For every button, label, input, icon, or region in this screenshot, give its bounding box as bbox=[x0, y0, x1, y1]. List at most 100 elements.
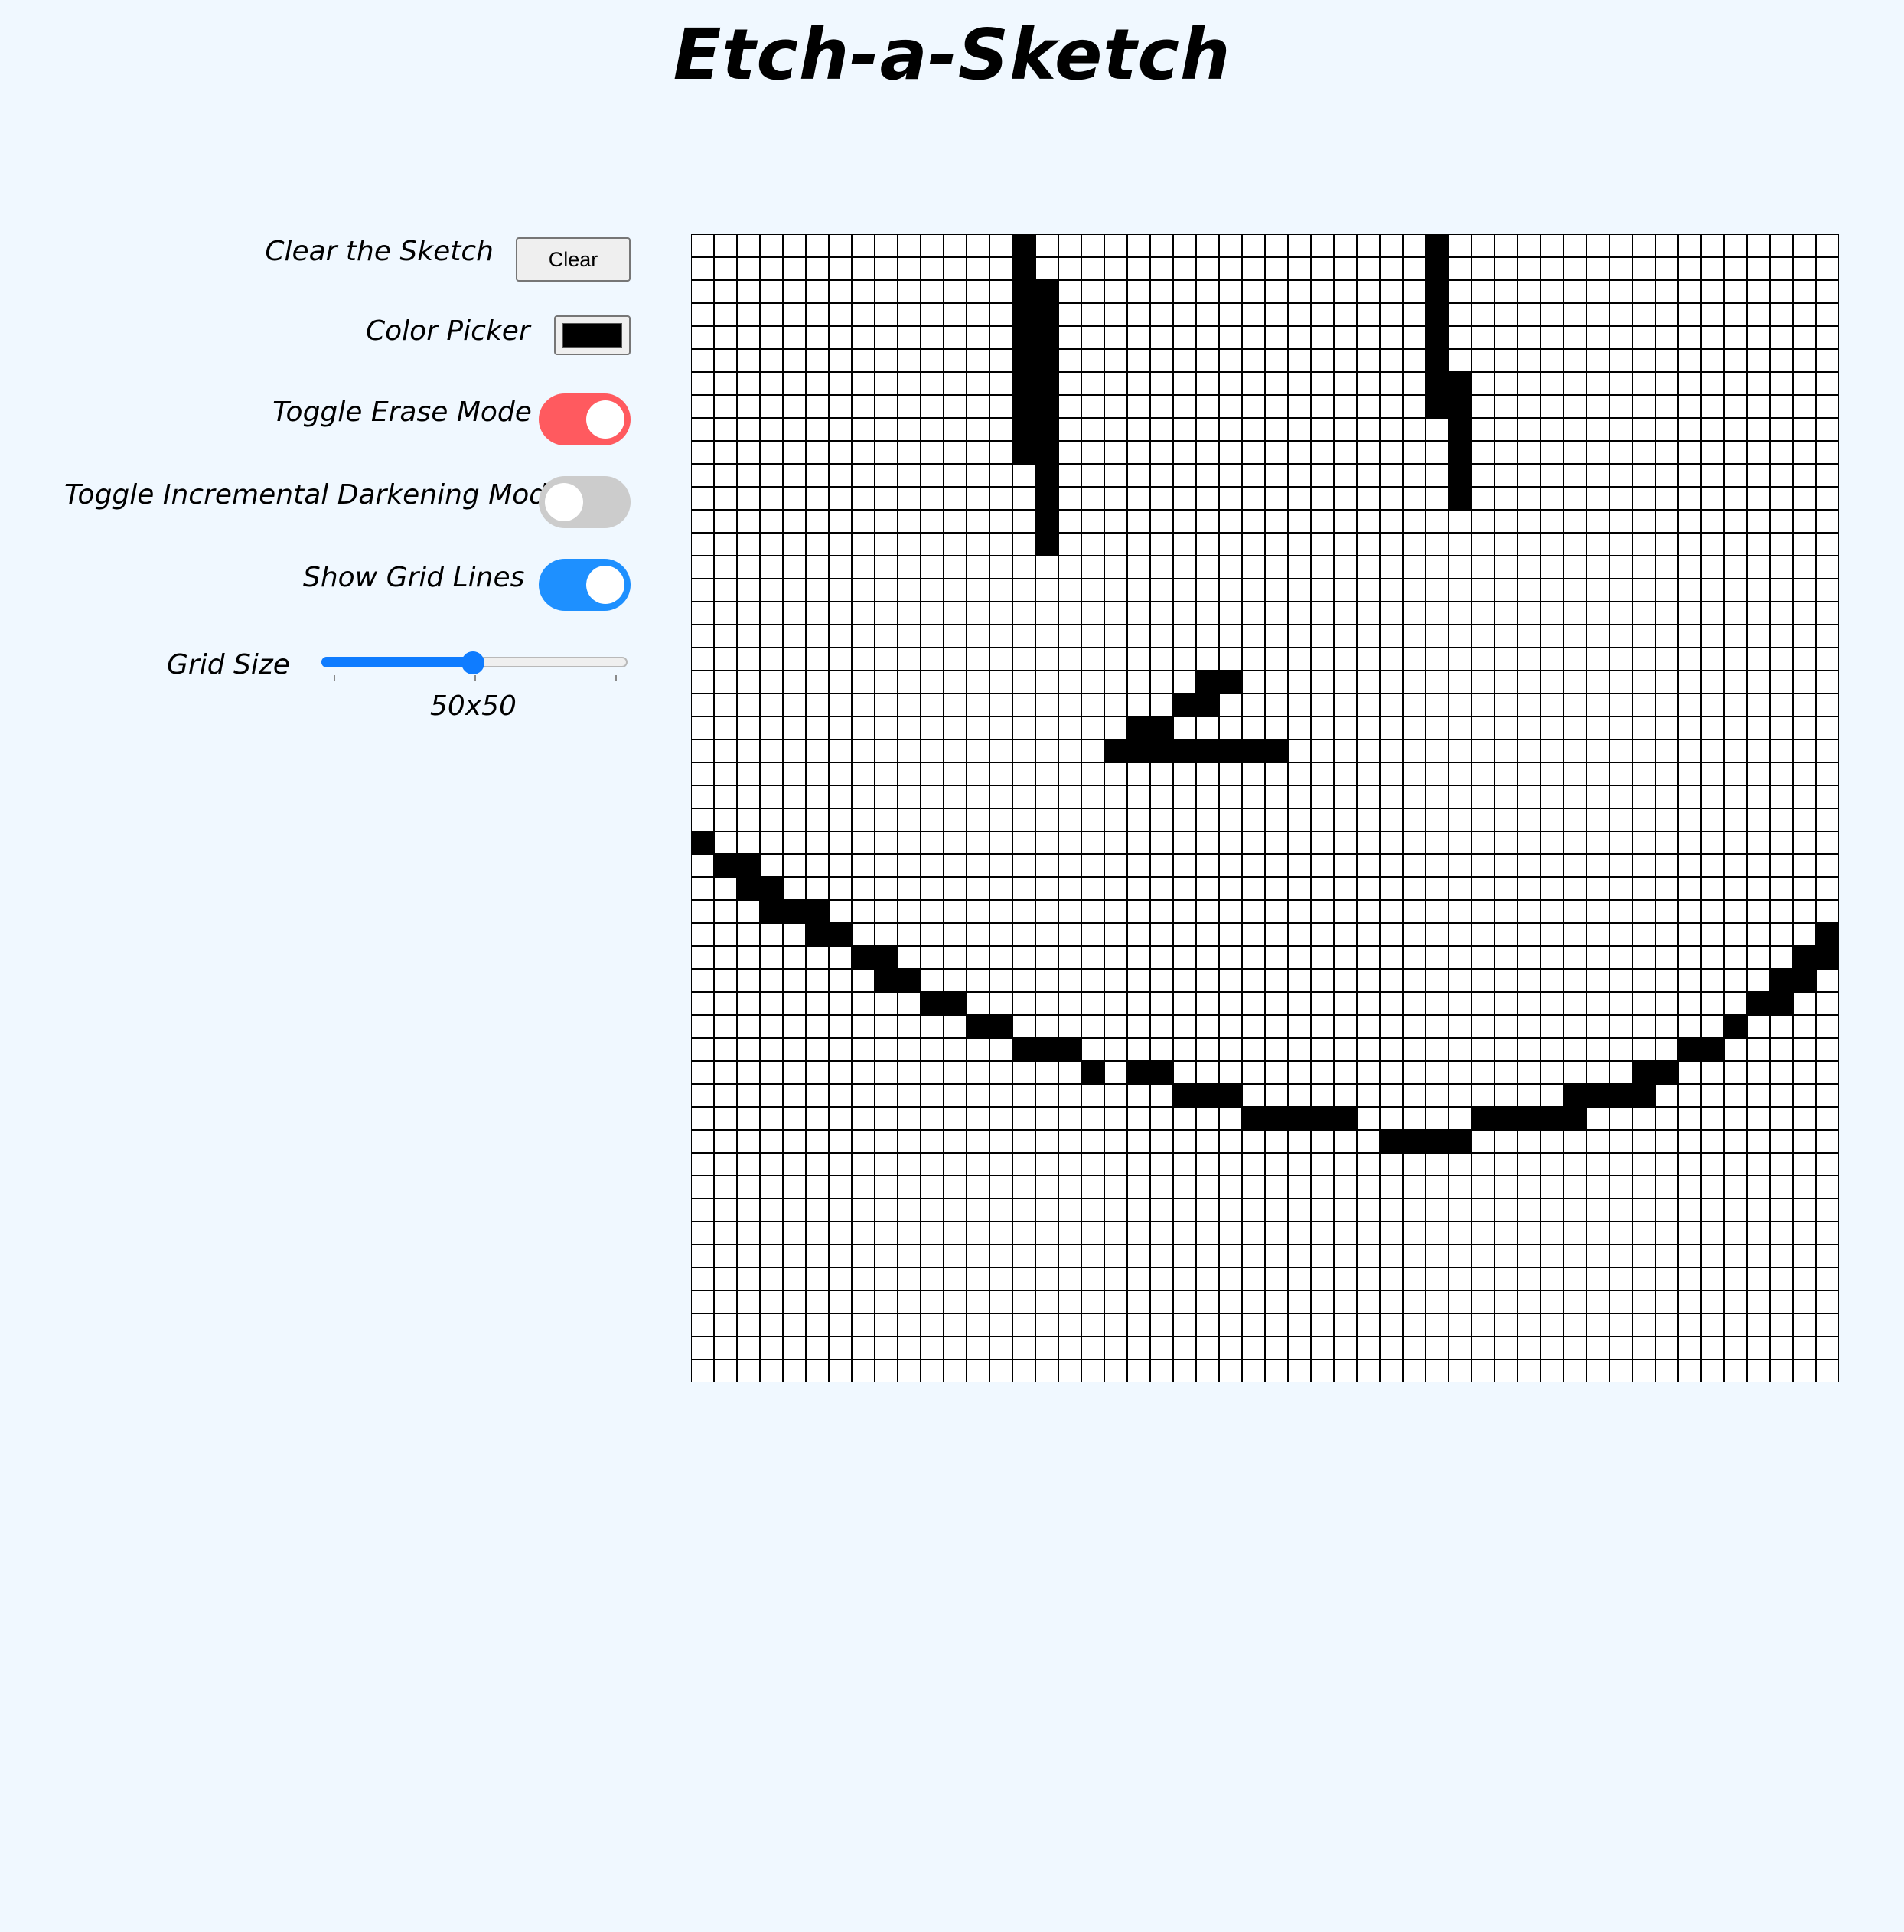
painted-cell bbox=[1793, 969, 1816, 992]
painted-cell bbox=[714, 854, 737, 877]
painted-cell bbox=[1012, 326, 1035, 349]
painted-cell bbox=[1219, 1084, 1242, 1107]
grid-size-value: 50x50 bbox=[430, 690, 517, 722]
painted-cell bbox=[1035, 349, 1058, 372]
clear-button[interactable]: Clear bbox=[516, 237, 631, 282]
painted-cell bbox=[1449, 395, 1472, 418]
painted-cell bbox=[1035, 1038, 1058, 1061]
painted-cell bbox=[1035, 533, 1058, 556]
painted-cell bbox=[806, 900, 829, 923]
painted-cell bbox=[1495, 1107, 1518, 1130]
painted-cell bbox=[875, 946, 898, 969]
painted-cell bbox=[1426, 372, 1449, 395]
erase-mode-toggle[interactable] bbox=[539, 393, 631, 445]
color-picker[interactable] bbox=[554, 315, 631, 355]
painted-cell bbox=[1196, 1084, 1219, 1107]
painted-cell bbox=[1632, 1084, 1655, 1107]
painted-cell bbox=[1104, 739, 1127, 762]
painted-cell bbox=[1012, 280, 1035, 303]
painted-cell bbox=[806, 923, 829, 946]
color-picker-label: Color Picker bbox=[366, 315, 530, 347]
painted-cell bbox=[1035, 441, 1058, 464]
painted-cell bbox=[989, 1015, 1012, 1038]
painted-cell bbox=[1449, 1130, 1472, 1153]
painted-cell bbox=[1012, 441, 1035, 464]
painted-cell bbox=[1449, 372, 1472, 395]
painted-cell bbox=[1150, 1061, 1173, 1084]
painted-cell bbox=[1242, 739, 1265, 762]
painted-cell bbox=[1242, 1107, 1265, 1130]
darkening-mode-toggle[interactable] bbox=[539, 476, 631, 528]
painted-cell bbox=[1793, 946, 1816, 969]
painted-cell bbox=[1426, 257, 1449, 280]
grid-lines-toggle[interactable] bbox=[539, 559, 631, 611]
painted-cell bbox=[1035, 464, 1058, 487]
painted-cell bbox=[1012, 418, 1035, 441]
painted-cell bbox=[1173, 1084, 1196, 1107]
painted-cell bbox=[921, 992, 944, 1015]
painted-cell bbox=[944, 992, 967, 1015]
painted-cell bbox=[1035, 280, 1058, 303]
painted-cell bbox=[1426, 234, 1449, 257]
painted-cell bbox=[1173, 739, 1196, 762]
painted-cell bbox=[1127, 1061, 1150, 1084]
painted-cell bbox=[1403, 1130, 1426, 1153]
painted-cell bbox=[967, 1015, 989, 1038]
painted-cell bbox=[1035, 303, 1058, 326]
sketch-grid[interactable] bbox=[691, 234, 1839, 1382]
painted-cell bbox=[1012, 1038, 1035, 1061]
erase-mode-label: Toggle Erase Mode bbox=[272, 397, 532, 428]
painted-cell bbox=[1081, 1061, 1104, 1084]
painted-cell bbox=[691, 831, 714, 854]
painted-cell bbox=[1449, 418, 1472, 441]
painted-cell bbox=[1265, 1107, 1288, 1130]
painted-cell bbox=[1816, 923, 1839, 946]
grid-lines-label: Show Grid Lines bbox=[303, 562, 525, 593]
slider-thumb[interactable] bbox=[461, 651, 484, 674]
painted-cell bbox=[1150, 739, 1173, 762]
painted-cell bbox=[1219, 671, 1242, 693]
painted-cell bbox=[1586, 1084, 1609, 1107]
painted-cell bbox=[1540, 1107, 1563, 1130]
painted-cell bbox=[1816, 946, 1839, 969]
painted-cell bbox=[1334, 1107, 1357, 1130]
painted-cell bbox=[1012, 234, 1035, 257]
painted-cell bbox=[1035, 510, 1058, 533]
painted-cell bbox=[783, 900, 806, 923]
painted-cell bbox=[1426, 349, 1449, 372]
painted-cell bbox=[1426, 326, 1449, 349]
toggle-knob bbox=[545, 483, 583, 521]
painted-cell bbox=[1655, 1061, 1678, 1084]
color-swatch-fill bbox=[562, 323, 622, 348]
controls-panel: Clear the Sketch Clear Color Picker Togg… bbox=[0, 0, 658, 765]
toggle-knob bbox=[586, 400, 624, 439]
painted-cell bbox=[829, 923, 852, 946]
painted-cell bbox=[1035, 372, 1058, 395]
painted-cell bbox=[1426, 1130, 1449, 1153]
painted-cell bbox=[1449, 441, 1472, 464]
clear-label: Clear the Sketch bbox=[265, 236, 494, 267]
painted-cell bbox=[1035, 326, 1058, 349]
painted-cell bbox=[1426, 395, 1449, 418]
painted-cell bbox=[1219, 739, 1242, 762]
painted-cell bbox=[737, 877, 760, 900]
painted-cell bbox=[1035, 418, 1058, 441]
painted-cell bbox=[1563, 1107, 1586, 1130]
painted-cell bbox=[1265, 739, 1288, 762]
grid-size-label: Grid Size bbox=[167, 649, 290, 680]
painted-cell bbox=[1747, 992, 1770, 1015]
painted-cell bbox=[1127, 739, 1150, 762]
painted-cell bbox=[760, 877, 783, 900]
painted-cell bbox=[1058, 1038, 1081, 1061]
grid-size-slider[interactable] bbox=[321, 651, 628, 674]
painted-cell bbox=[852, 946, 875, 969]
darkening-mode-label: Toggle Incremental Darkening Mode bbox=[64, 479, 564, 511]
painted-cell bbox=[1288, 1107, 1311, 1130]
painted-cell bbox=[1173, 693, 1196, 716]
painted-cell bbox=[1770, 969, 1793, 992]
slider-fill bbox=[321, 657, 473, 667]
painted-cell bbox=[1311, 1107, 1334, 1130]
painted-cell bbox=[1012, 395, 1035, 418]
painted-cell bbox=[1563, 1084, 1586, 1107]
painted-cell bbox=[1150, 716, 1173, 739]
